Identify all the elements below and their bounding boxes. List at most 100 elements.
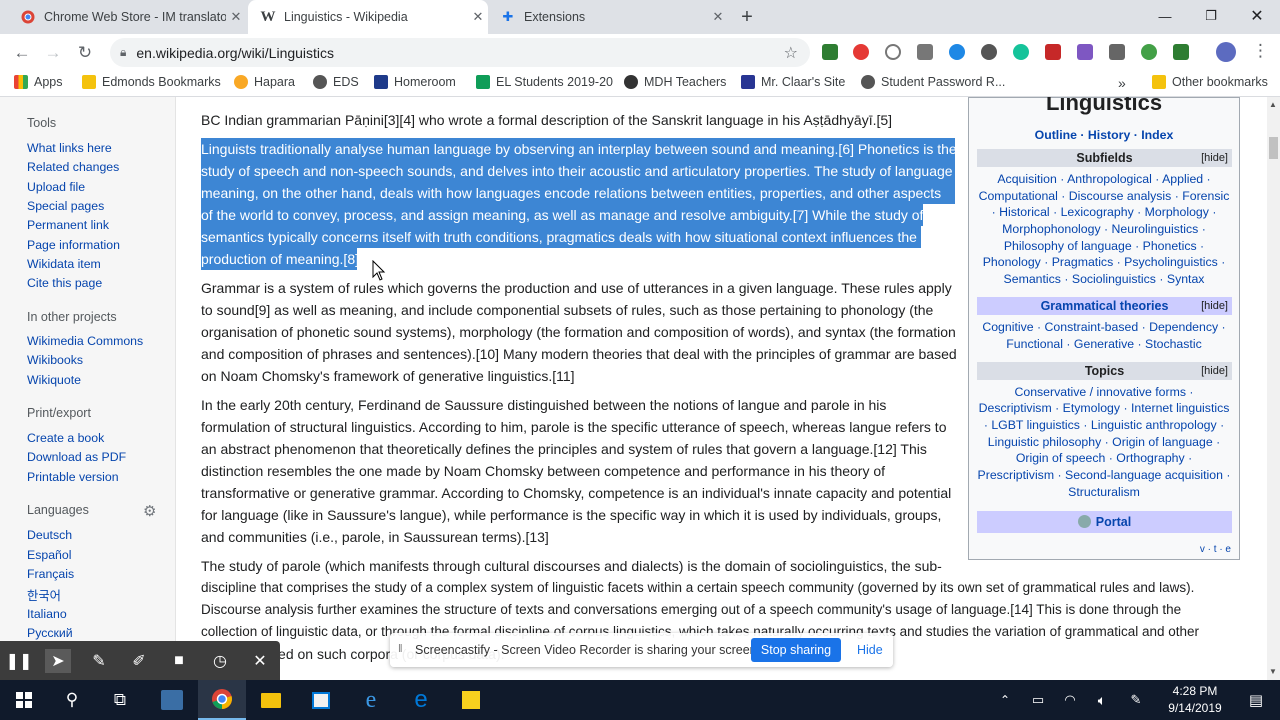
sidebar-link[interactable]: Français: [27, 567, 74, 581]
highlighter-icon[interactable]: ✐: [126, 649, 152, 673]
drag-handle-icon[interactable]: ‖: [398, 643, 403, 655]
sidebar-link[interactable]: Page information: [27, 238, 120, 252]
hide-toggle[interactable]: [hide]: [1201, 297, 1228, 315]
clock-date[interactable]: 9/14/2019: [1160, 701, 1230, 715]
sidebar-link[interactable]: Cite this page: [27, 276, 102, 290]
profile-avatar[interactable]: [1216, 42, 1236, 62]
extension-icon[interactable]: [917, 44, 933, 60]
chrome-taskbar-icon[interactable]: [198, 680, 246, 720]
app-icon[interactable]: [148, 680, 196, 720]
search-icon[interactable]: ⚲: [48, 680, 96, 720]
bookmark-other[interactable]: Other bookmarks: [1152, 75, 1268, 89]
bookmarks-overflow-icon[interactable]: »: [1118, 75, 1126, 91]
scroll-up-icon[interactable]: ▲: [1269, 100, 1277, 109]
navbox-links[interactable]: Prescriptivism · Second-language acquisi…: [969, 468, 1239, 482]
sidebar-link[interactable]: Español: [27, 548, 71, 562]
navbox-links[interactable]: Functional · Generative · Stochastic: [969, 337, 1239, 351]
notification-icon[interactable]: ▤: [1232, 680, 1280, 720]
navbox-links[interactable]: Cognitive · Constraint-based · Dependenc…: [969, 320, 1239, 334]
help-icon[interactable]: [885, 44, 901, 60]
bookmark-apps[interactable]: Apps: [14, 75, 63, 89]
sidebar-link[interactable]: Special pages: [27, 199, 104, 213]
navbox-links[interactable]: · Historical · Lexicography · Morphology…: [969, 205, 1239, 219]
extension-icon[interactable]: [853, 44, 869, 60]
grammarly-icon[interactable]: [1013, 44, 1029, 60]
bookmark-el-students[interactable]: EL Students 2019-20: [476, 75, 613, 89]
navbox-links[interactable]: Computational · Discourse analysis · For…: [969, 189, 1239, 203]
extension-icon[interactable]: [1045, 44, 1061, 60]
sidebar-link[interactable]: 한국어: [27, 586, 61, 604]
close-window-button[interactable]: ✕: [1234, 0, 1280, 32]
sidebar-link[interactable]: Related changes: [27, 160, 119, 174]
internet-explorer-icon[interactable]: e: [347, 680, 395, 720]
bookmark-eds[interactable]: EDS: [313, 75, 359, 89]
navbox-links[interactable]: Morphophonology · Neurolinguistics ·: [969, 222, 1239, 236]
sticky-notes-icon[interactable]: [447, 680, 495, 720]
sidebar-link[interactable]: Download as PDF: [27, 450, 126, 464]
close-tab-icon[interactable]: ✕: [708, 9, 728, 25]
address-bar[interactable]: 🔒︎ en.wikipedia.org/wiki/Linguistics ☆: [110, 38, 810, 67]
navbox-links[interactable]: Origin of speech · Orthography ·: [969, 451, 1239, 465]
navbox-links[interactable]: · LGBT linguistics · Linguistic anthropo…: [969, 418, 1239, 432]
hide-button[interactable]: Hide: [857, 643, 883, 657]
cursor-tool-icon[interactable]: ➤: [45, 649, 71, 673]
pen-workspace-icon[interactable]: ✎: [1116, 680, 1156, 720]
tab-chrome-web-store[interactable]: Chrome Web Store - IM translator ✕: [8, 0, 246, 34]
back-button[interactable]: ←: [9, 40, 35, 66]
hide-toggle[interactable]: [hide]: [1201, 362, 1228, 380]
tab-linguistics[interactable]: W Linguistics - Wikipedia ✕: [248, 0, 488, 34]
forward-button[interactable]: →: [40, 40, 66, 66]
windows-start-icon[interactable]: [0, 680, 48, 720]
minimize-button[interactable]: —: [1142, 0, 1188, 32]
clock-time[interactable]: 4:28 PM: [1160, 684, 1230, 698]
reload-button[interactable]: ↻: [72, 40, 98, 66]
navbox-links[interactable]: Acquisition · Anthropological · Applied …: [969, 172, 1239, 186]
scroll-thumb[interactable]: [1269, 137, 1278, 159]
edge-icon[interactable]: e: [397, 680, 445, 720]
close-icon[interactable]: ✕: [247, 649, 273, 673]
sidebar-link[interactable]: What links here: [27, 141, 112, 155]
pause-icon[interactable]: ❚❚: [6, 649, 33, 673]
navbox-top-links[interactable]: Outline · History · Index: [969, 128, 1239, 142]
stop-sharing-button[interactable]: Stop sharing: [751, 638, 841, 662]
extension-icon[interactable]: [1077, 44, 1093, 60]
sidebar-link[interactable]: Русский: [27, 626, 73, 640]
menu-kebab-icon[interactable]: ⋮: [1252, 41, 1269, 61]
sidebar-link[interactable]: Printable version: [27, 470, 119, 484]
sidebar-link[interactable]: Deutsch: [27, 528, 72, 542]
bookmark-mr-claar[interactable]: Mr. Claar's Site: [741, 75, 845, 89]
extension-icon[interactable]: [949, 44, 965, 60]
restore-button[interactable]: ❐: [1188, 0, 1234, 32]
sidebar-link[interactable]: Upload file: [27, 180, 85, 194]
bookmark-star-icon[interactable]: ☆: [784, 43, 798, 63]
extension-icon[interactable]: [1173, 44, 1189, 60]
sidebar-link[interactable]: Wikiquote: [27, 373, 81, 387]
navbox-links[interactable]: Linguistic philosophy · Origin of langua…: [969, 435, 1239, 449]
close-tab-icon[interactable]: ✕: [468, 9, 488, 25]
gear-icon[interactable]: ⚙: [143, 502, 156, 520]
bookmark-student-password[interactable]: Student Password R...: [861, 75, 1005, 89]
scroll-down-icon[interactable]: ▼: [1269, 667, 1277, 676]
sidebar-link[interactable]: Wikidata item: [27, 257, 101, 271]
file-explorer-icon[interactable]: [247, 680, 295, 720]
hide-toggle[interactable]: [hide]: [1201, 149, 1228, 167]
bookmark-homeroom[interactable]: Homeroom: [374, 75, 456, 89]
sidebar-link[interactable]: Italiano: [27, 607, 67, 621]
portal-link[interactable]: Portal: [977, 511, 1232, 533]
navbox-links[interactable]: Structuralism: [969, 485, 1239, 499]
bookmark-mdh-teachers[interactable]: MDH Teachers: [624, 75, 726, 89]
timer-icon[interactable]: ◷: [207, 649, 233, 673]
navbox-links[interactable]: Semantics · Sociolinguistics · Syntax: [969, 272, 1239, 286]
close-tab-icon[interactable]: ✕: [226, 9, 246, 25]
page-scrollbar[interactable]: ▲ ▼: [1267, 97, 1280, 680]
tab-extensions[interactable]: ✚ Extensions ✕: [488, 0, 728, 34]
extension-icon[interactable]: [1141, 44, 1157, 60]
new-tab-button[interactable]: +: [736, 6, 758, 28]
navbox-links[interactable]: Descriptivism · Etymology · Internet lin…: [969, 401, 1239, 415]
navbox-links[interactable]: Philosophy of language · Phonetics ·: [969, 239, 1239, 253]
sidebar-link[interactable]: Wikibooks: [27, 353, 83, 367]
sidebar-link[interactable]: Permanent link: [27, 218, 109, 232]
store-icon[interactable]: [297, 680, 345, 720]
navbox-links[interactable]: Conservative / innovative forms ·: [969, 385, 1239, 399]
vte-links[interactable]: v · t · e: [1200, 544, 1231, 555]
